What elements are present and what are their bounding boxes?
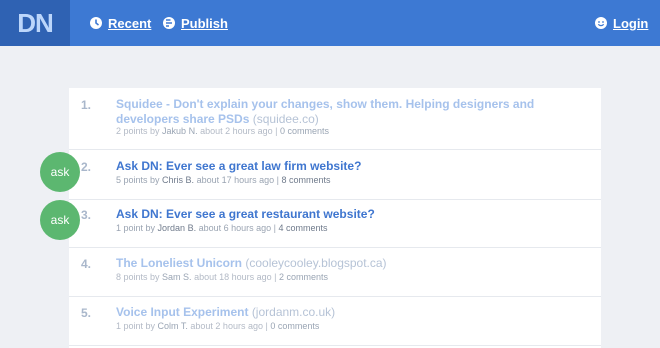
user-icon — [594, 16, 608, 30]
story-meta: 1 point by Jordan B. about 6 hours ago |… — [116, 223, 328, 233]
story-title-link[interactable]: Ask DN: Ever see a great law firm websit… — [116, 159, 588, 174]
story-author-link[interactable]: Jordan B. — [158, 223, 197, 233]
story-rank: 3. — [81, 208, 92, 222]
story-domain: (jordanm.co.uk) — [251, 305, 336, 319]
story-rank: 5. — [81, 306, 92, 320]
nav-publish-label: Publish — [181, 15, 228, 31]
story-title-link[interactable]: Voice Input Experiment (jordanm.co.uk) — [116, 305, 588, 320]
story-row: 3. Ask DN: Ever see a great restaurant w… — [69, 198, 601, 248]
story-time: about 17 hours ago | — [196, 175, 279, 185]
story-title: Squidee - Don't explain your changes, sh… — [116, 97, 535, 126]
story-comments-link[interactable]: 4 comments — [279, 223, 328, 233]
story-meta: 8 points by Sam S. about 18 hours ago | … — [116, 272, 328, 282]
nav-login-link[interactable]: Login — [594, 0, 648, 46]
story-title-link[interactable]: Ask DN: Ever see a great restaurant webs… — [116, 207, 588, 222]
nav-login-label: Login — [613, 15, 649, 31]
story-row: 5. Voice Input Experiment (jordanm.co.uk… — [69, 296, 601, 346]
story-row: 4. The Loneliest Unicorn (cooleycooley.b… — [69, 247, 601, 297]
story-time: about 2 hours ago | — [200, 126, 278, 136]
story-author-link[interactable]: Sam S. — [162, 272, 192, 282]
story-row: 2. Ask DN: Ever see a great law firm web… — [69, 150, 601, 200]
story-points: 8 points by — [116, 272, 160, 282]
story-time: about 6 hours ago | — [198, 223, 276, 233]
story-title: The Loneliest Unicorn — [116, 256, 243, 270]
nav-recent-label: Recent — [108, 15, 152, 31]
story-author-link[interactable]: Chris B. — [162, 175, 194, 185]
story-points: 1 point by — [116, 223, 156, 233]
story-list: 1. Squidee - Don't explain your changes,… — [69, 88, 601, 348]
story-author-link[interactable]: Jakub N. — [162, 126, 198, 136]
story-meta: 2 points by Jakub N. about 2 hours ago |… — [116, 126, 329, 136]
story-rank: 2. — [81, 160, 92, 174]
story-meta: 5 points by Chris B. about 17 hours ago … — [116, 175, 331, 185]
story-points: 2 points by — [116, 126, 160, 136]
nav-publish-link[interactable]: Publish — [162, 0, 228, 46]
story-points: 5 points by — [116, 175, 160, 185]
story-comments-link[interactable]: 8 comments — [282, 175, 331, 185]
ask-badge[interactable]: ask — [40, 200, 80, 240]
story-title: Ask DN: Ever see a great law firm websit… — [116, 159, 362, 173]
story-comments-link[interactable]: 0 comments — [280, 126, 329, 136]
story-time: about 18 hours ago | — [194, 272, 277, 282]
publish-icon — [162, 16, 176, 30]
dn-logo[interactable]: DN — [0, 0, 70, 46]
top-bar: DN Recent Publish Login — [0, 0, 660, 46]
story-rank: 1. — [81, 98, 92, 112]
ask-badge[interactable]: ask — [40, 152, 80, 192]
story-title: Ask DN: Ever see a great restaurant webs… — [116, 207, 375, 221]
nav-recent-link[interactable]: Recent — [89, 0, 151, 46]
story-domain: (cooleycooley.blogspot.ca) — [245, 256, 387, 270]
story-domain: (squidee.co) — [252, 112, 319, 126]
story-comments-link[interactable]: 2 comments — [279, 272, 328, 282]
story-title-link[interactable]: The Loneliest Unicorn (cooleycooley.blog… — [116, 256, 588, 271]
story-rank: 4. — [81, 257, 92, 271]
story-title: Voice Input Experiment — [116, 305, 249, 319]
story-title-link[interactable]: Squidee - Don't explain your changes, sh… — [116, 97, 588, 127]
clock-icon — [89, 16, 103, 30]
story-row: 1. Squidee - Don't explain your changes,… — [69, 88, 601, 150]
